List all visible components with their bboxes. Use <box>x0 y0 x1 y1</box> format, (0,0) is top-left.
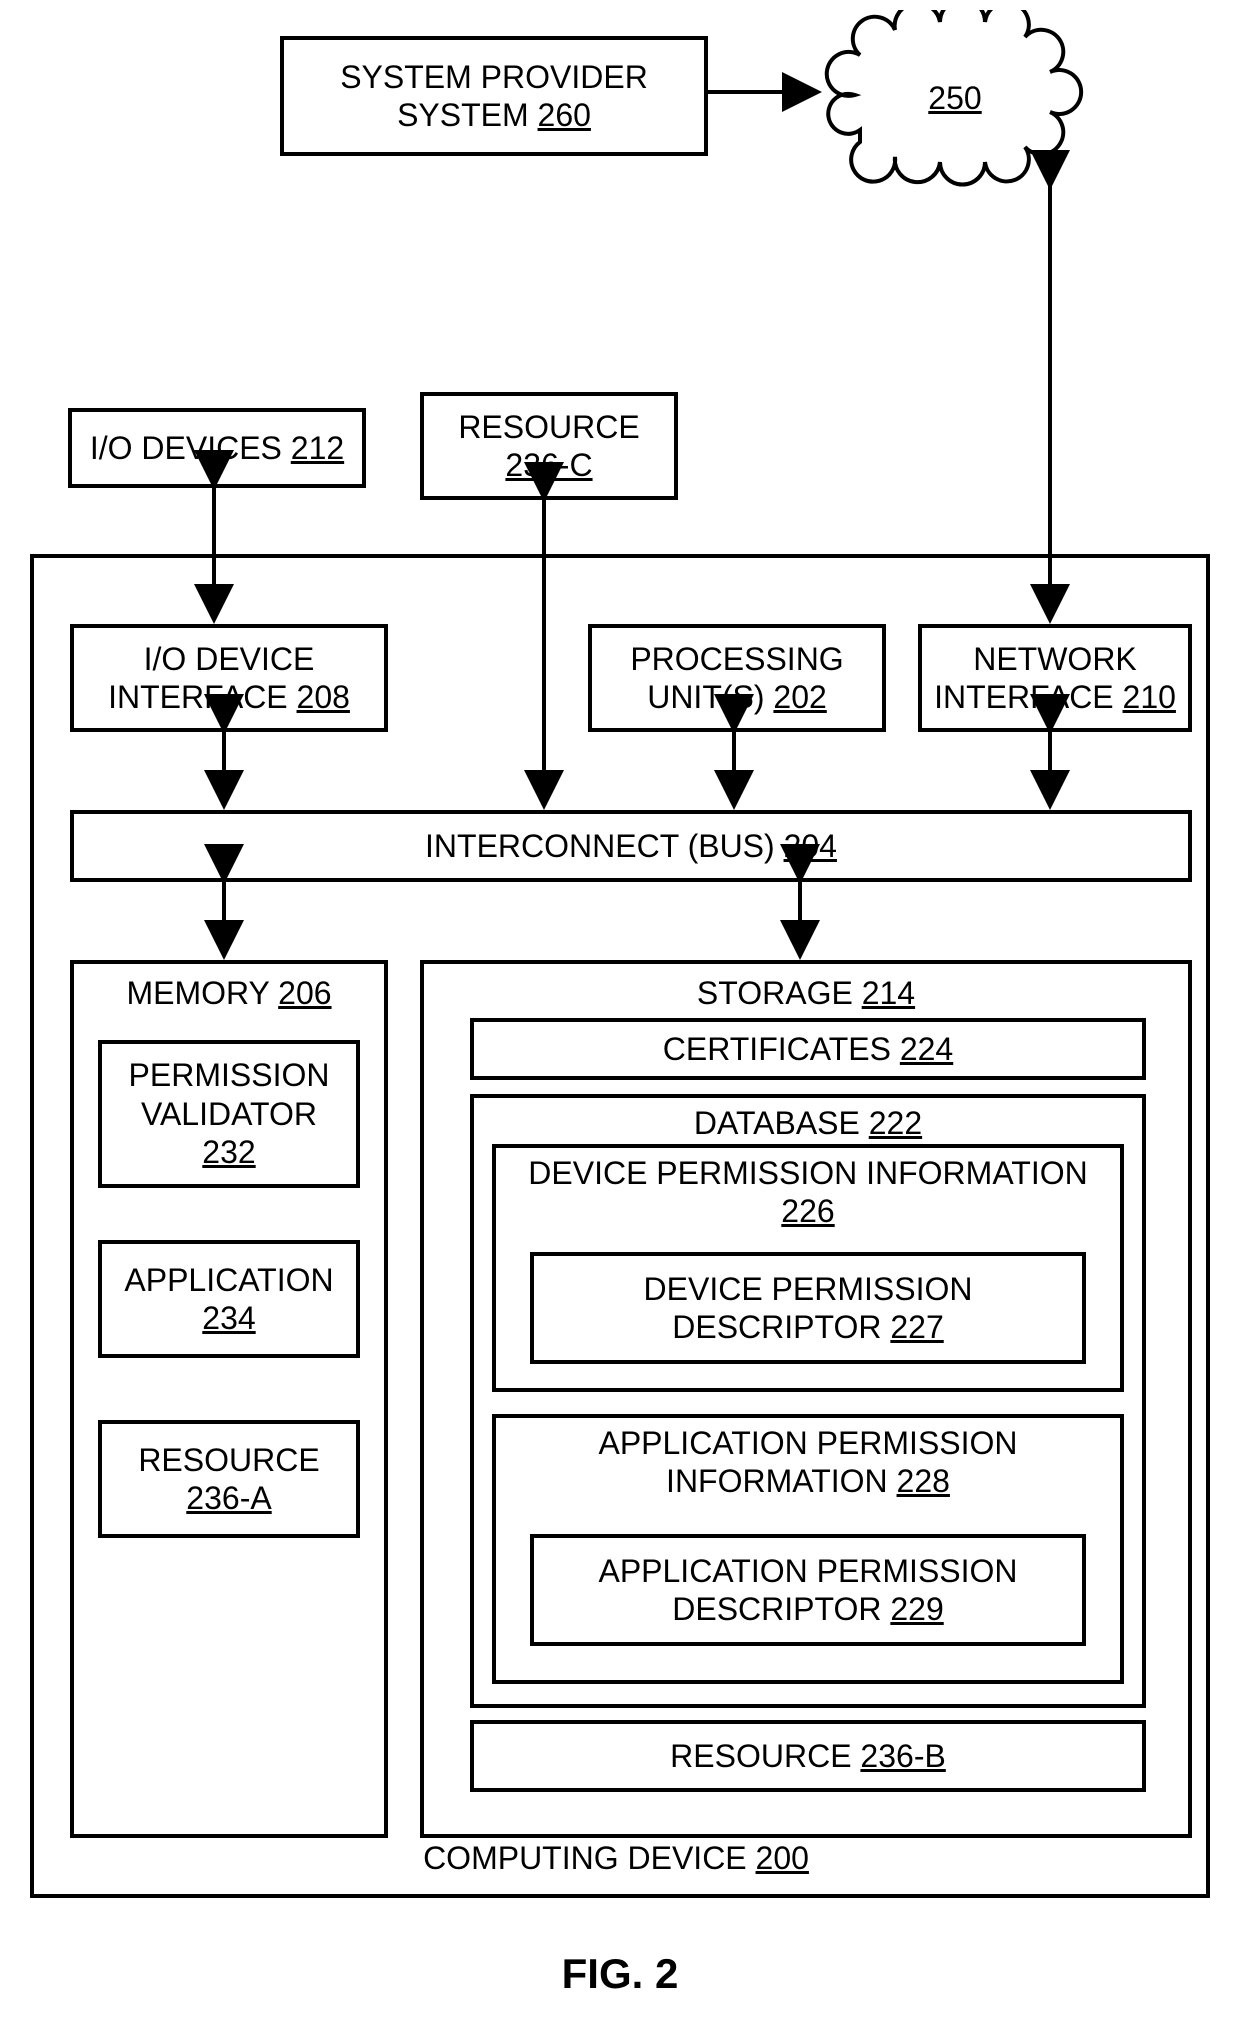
resource-b-label: RESOURCE <box>670 1738 851 1774</box>
app-perm-desc-ref: 229 <box>890 1591 943 1627</box>
storage-label: STORAGE <box>697 975 853 1011</box>
diagram-page: SYSTEM PROVIDER SYSTEM SYSTEM 260 /* hid… <box>0 0 1240 2034</box>
system-provider-ref2: 260 <box>538 97 591 133</box>
cloud-ref: 250 <box>928 80 981 116</box>
perm-validator-l2: VALIDATOR <box>129 1095 330 1133</box>
memory-label: MEMORY <box>126 975 269 1011</box>
certificates-ref: 224 <box>900 1031 953 1067</box>
dev-perm-info-label: DEVICE PERMISSION INFORMATION <box>528 1154 1087 1192</box>
dev-perm-desc-box: DEVICE PERMISSION DESCRIPTOR 227 <box>530 1252 1086 1364</box>
resource-c-label: RESOURCE <box>458 408 639 446</box>
perm-validator-ref: 232 <box>129 1133 330 1171</box>
dev-perm-desc-l1: DEVICE PERMISSION <box>644 1270 973 1308</box>
net-if-l2: INTERFACE <box>934 679 1114 715</box>
io-dev-if-l1: I/O DEVICE <box>108 640 350 678</box>
resource-b-box: RESOURCE 236-B <box>470 1720 1146 1792</box>
resource-a-box: RESOURCE 236-A <box>98 1420 360 1538</box>
io-devices-label: I/O DEVICES <box>90 430 282 466</box>
proc-unit-box: PROCESSING UNIT(S) 202 <box>588 624 886 732</box>
dev-perm-desc-l2: DESCRIPTOR <box>672 1309 881 1345</box>
database-label: DATABASE <box>694 1105 860 1141</box>
application-ref: 234 <box>124 1299 333 1337</box>
app-perm-info-l2: INFORMATION <box>666 1463 888 1499</box>
memory-ref: 206 <box>278 975 331 1011</box>
app-perm-desc-l1: APPLICATION PERMISSION <box>598 1552 1017 1590</box>
system-provider-box-overlay: SYSTEM PROVIDER SYSTEM 260 <box>280 36 708 156</box>
resource-c-ref: 236-C <box>458 446 639 484</box>
application-box: APPLICATION 234 <box>98 1240 360 1358</box>
resource-a-label: RESOURCE <box>138 1441 319 1479</box>
resource-a-ref: 236-A <box>138 1479 319 1517</box>
app-perm-info-l1: APPLICATION PERMISSION <box>598 1424 1017 1462</box>
computing-device-ref: 200 <box>756 1840 809 1876</box>
interconnect-box: INTERCONNECT (BUS) 204 <box>70 810 1192 882</box>
resource-c-box: RESOURCE 236-C <box>420 392 678 500</box>
computing-device-label: COMPUTING DEVICE <box>423 1840 747 1876</box>
storage-ref: 214 <box>862 975 915 1011</box>
perm-validator-l1: PERMISSION <box>129 1056 330 1094</box>
resource-b-ref: 236-B <box>860 1738 945 1774</box>
interconnect-label: INTERCONNECT (BUS) <box>425 828 775 864</box>
net-if-ref: 210 <box>1123 679 1176 715</box>
certificates-label: CERTIFICATES <box>663 1031 891 1067</box>
computing-device-caption: COMPUTING DEVICE 200 <box>30 1840 1202 1877</box>
dev-perm-desc-ref: 227 <box>890 1309 943 1345</box>
app-perm-desc-box: APPLICATION PERMISSION DESCRIPTOR 229 <box>530 1534 1086 1646</box>
figure-label: FIG. 2 <box>0 1950 1240 1998</box>
io-dev-if-box: I/O DEVICE INTERFACE 208 <box>70 624 388 732</box>
proc-unit-ref: 202 <box>773 679 826 715</box>
net-if-l1: NETWORK <box>934 640 1176 678</box>
proc-unit-l1: PROCESSING <box>630 640 843 678</box>
net-if-box: NETWORK INTERFACE 210 <box>918 624 1192 732</box>
interconnect-ref: 204 <box>784 828 837 864</box>
app-perm-info-ref: 228 <box>897 1463 950 1499</box>
cloud-250: 250 <box>820 10 1090 190</box>
dev-perm-info-ref: 226 <box>528 1192 1087 1230</box>
app-perm-desc-l2: DESCRIPTOR <box>672 1591 881 1627</box>
database-ref: 222 <box>869 1105 922 1141</box>
io-devices-box: I/O DEVICES 212 <box>68 408 366 488</box>
perm-validator-box: PERMISSION VALIDATOR 232 <box>98 1040 360 1188</box>
certificates-box: CERTIFICATES 224 <box>470 1018 1146 1080</box>
io-dev-if-ref: 208 <box>297 679 350 715</box>
proc-unit-l2: UNIT(S) <box>647 679 764 715</box>
io-dev-if-l2: INTERFACE <box>108 679 288 715</box>
application-label: APPLICATION <box>124 1261 333 1299</box>
io-devices-ref: 212 <box>291 430 344 466</box>
